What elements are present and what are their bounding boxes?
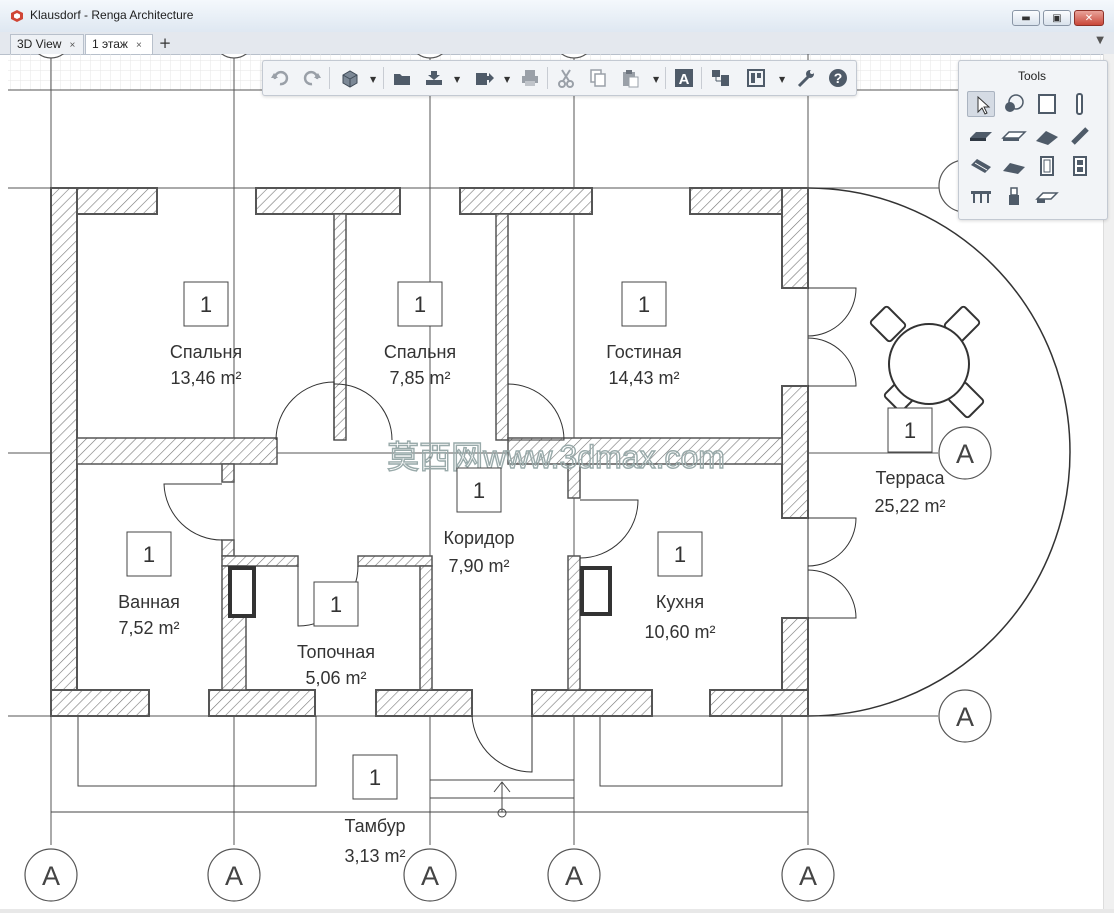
room-area: 14,43 m² [608, 368, 679, 388]
visibility-icon[interactable] [745, 67, 767, 89]
tab-close-icon[interactable]: × [69, 40, 75, 51]
beam-icon[interactable] [1066, 123, 1094, 149]
tools-panel: Tools [958, 60, 1108, 220]
chevron-down-icon[interactable]: ▼ [370, 75, 376, 84]
settings-wrench-icon[interactable] [795, 67, 817, 89]
horizontal-scrollbar[interactable] [0, 909, 1114, 913]
room-name: Спальня [384, 342, 456, 362]
layers-icon[interactable] [709, 67, 731, 89]
room-name: Кухня [656, 592, 704, 612]
axis-label: A [565, 861, 583, 891]
column-icon[interactable] [1066, 91, 1094, 117]
room-name: Терраса [875, 468, 945, 488]
renga-app-icon [11, 10, 23, 22]
window-title: Klausdorf - Renga Architecture [30, 8, 194, 22]
ramp-icon[interactable] [1000, 153, 1028, 179]
watermark: 莫西网www.3dmax.com [387, 439, 725, 475]
redo-icon[interactable] [301, 67, 323, 89]
export-icon[interactable] [473, 67, 495, 89]
tab-bar: 3D View × 1 этаж × + [0, 32, 1114, 55]
axis-label: A [225, 861, 243, 891]
chevron-down-icon[interactable]: ▼ [653, 75, 659, 84]
stair-icon[interactable] [967, 153, 995, 179]
room-area: 7,85 m² [389, 368, 450, 388]
axis-label: A [799, 861, 817, 891]
axis-label: A [956, 702, 974, 732]
plan-canvas[interactable]: A A A A A A A 莫西网www.3dmax.com 1 Спальня… [8, 54, 1104, 909]
slab-icon[interactable] [1000, 123, 1028, 149]
tab-close-icon[interactable]: × [136, 40, 142, 51]
table-set-icon [869, 305, 985, 419]
room-area: 5,06 m² [305, 668, 366, 688]
tab-floor-1[interactable]: 1 этаж × [85, 34, 153, 54]
add-tab-button[interactable]: + [155, 34, 175, 54]
room-tag-number: 1 [330, 592, 342, 617]
room-name: Ванная [118, 592, 180, 612]
room-tag-number: 1 [414, 292, 426, 317]
chevron-down-icon[interactable]: ▼ [504, 75, 510, 84]
copy-icon[interactable] [587, 67, 609, 89]
room-tag-number: 1 [674, 542, 686, 567]
room-name: Коридор [443, 528, 514, 548]
select-icon[interactable] [967, 91, 995, 117]
window-icon[interactable] [1033, 153, 1061, 179]
cut-icon[interactable] [555, 67, 577, 89]
room-name: Гостиная [606, 342, 682, 362]
room-area: 10,60 m² [644, 622, 715, 642]
tab-label: 1 этаж [92, 37, 128, 51]
axis-icon[interactable] [1000, 91, 1028, 117]
floor-icon[interactable] [967, 123, 995, 149]
chevron-down-icon[interactable]: ▼ [779, 75, 785, 84]
maximize-button[interactable]: ▣ [1043, 10, 1071, 26]
tools-panel-title: Tools [1017, 69, 1046, 83]
3d-view-icon[interactable] [339, 67, 361, 89]
svg-text:A: A [679, 71, 690, 88]
door-icon[interactable] [1066, 153, 1094, 179]
open-folder-icon[interactable] [391, 67, 413, 89]
room-tag-number: 1 [904, 418, 916, 443]
room-name: Спальня [170, 342, 242, 362]
room-area: 3,13 m² [344, 846, 405, 866]
floor-plan: A A A A A A A 莫西网www.3dmax.com 1 Спальня… [8, 54, 1104, 902]
opening-icon[interactable] [1033, 183, 1061, 209]
room-tag-number: 1 [200, 292, 212, 317]
close-button[interactable]: ✕ [1074, 10, 1104, 26]
paste-icon[interactable] [619, 67, 641, 89]
tab-menu-icon[interactable]: ▼ [1096, 35, 1104, 46]
title-bar: Klausdorf - Renga Architecture ▬ ▣ ✕ [0, 0, 1114, 33]
main-toolbar: ▼ ▼ ▼ ▼ A ▼ ? [262, 60, 857, 96]
room-area: 7,90 m² [448, 556, 509, 576]
room-tag-number: 1 [473, 478, 485, 503]
svg-text:?: ? [834, 70, 843, 86]
room-name: Топочная [297, 642, 375, 662]
axis-label: A [956, 439, 974, 469]
import-icon[interactable] [423, 67, 445, 89]
roof-icon[interactable] [1033, 123, 1061, 149]
room-tag-number: 1 [369, 765, 381, 790]
axis-label: A [421, 861, 439, 891]
room-area: 13,46 m² [170, 368, 241, 388]
tab-3d-view[interactable]: 3D View × [10, 34, 84, 54]
help-icon[interactable]: ? [827, 67, 849, 89]
chevron-down-icon[interactable]: ▼ [454, 75, 460, 84]
railing-icon[interactable] [967, 183, 995, 209]
wall-icon[interactable] [1033, 91, 1061, 117]
undo-icon[interactable] [269, 67, 291, 89]
text-style-icon[interactable]: A [673, 67, 695, 89]
room-area: 25,22 m² [874, 496, 945, 516]
room-area: 7,52 m² [118, 618, 179, 638]
room-name: Тамбур [344, 816, 405, 836]
tab-label: 3D View [17, 37, 62, 51]
equipment-icon[interactable] [1000, 183, 1028, 209]
room-tag-number: 1 [638, 292, 650, 317]
room-tag-number: 1 [143, 542, 155, 567]
axis-label: A [42, 861, 60, 891]
minimize-button[interactable]: ▬ [1012, 10, 1040, 26]
print-icon[interactable] [519, 67, 541, 89]
